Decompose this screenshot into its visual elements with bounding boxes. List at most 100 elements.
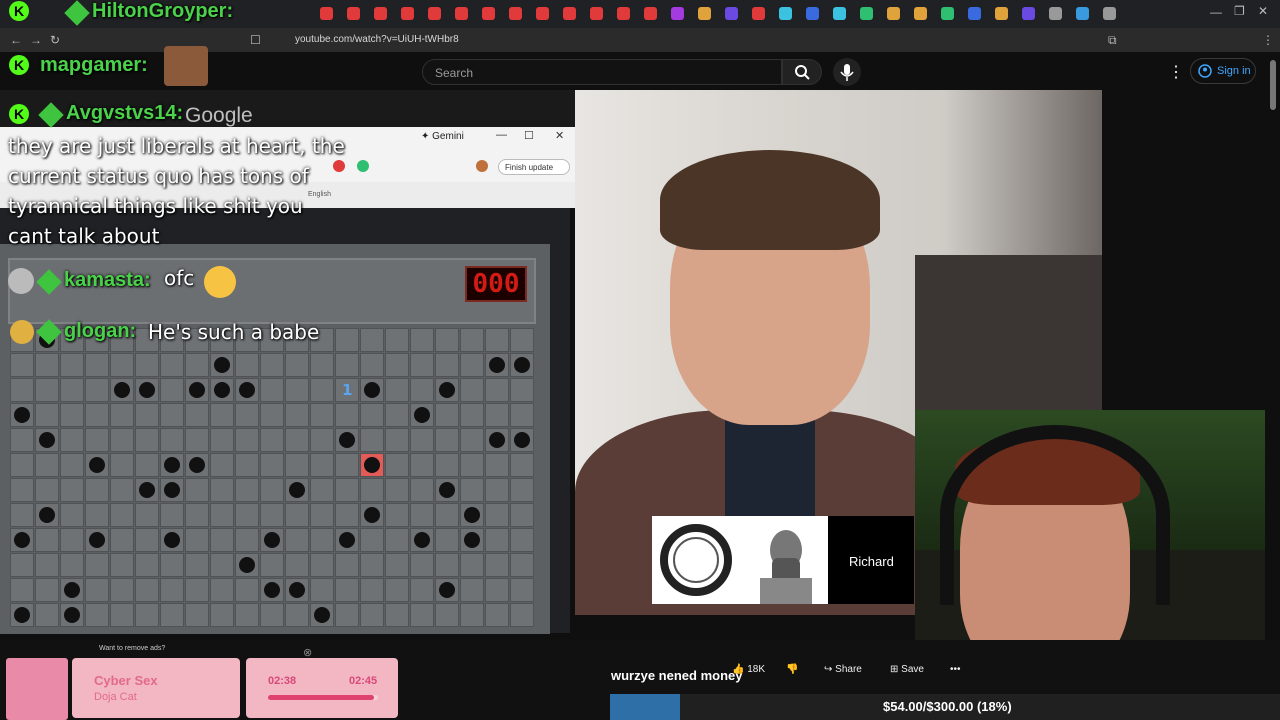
mine-cell[interactable] bbox=[510, 478, 534, 502]
mine-cell[interactable] bbox=[110, 378, 134, 402]
mine-cell[interactable] bbox=[435, 503, 459, 527]
mine-cell[interactable] bbox=[335, 453, 359, 477]
close-window-button[interactable]: ✕ bbox=[1258, 4, 1268, 18]
mine-cell[interactable] bbox=[410, 428, 434, 452]
mine-cell[interactable] bbox=[185, 528, 209, 552]
mine-cell[interactable] bbox=[85, 603, 109, 627]
mine-cell[interactable] bbox=[35, 603, 59, 627]
tab-favicon-icon[interactable] bbox=[1022, 7, 1035, 20]
mine-cell[interactable] bbox=[10, 478, 34, 502]
profile-avatar[interactable] bbox=[476, 160, 488, 172]
mine-cell[interactable] bbox=[460, 553, 484, 577]
mine-cell[interactable] bbox=[185, 353, 209, 377]
mine-cell[interactable] bbox=[285, 578, 309, 602]
mine-cell[interactable] bbox=[335, 528, 359, 552]
mine-cell[interactable]: 1 bbox=[335, 378, 359, 402]
mine-cell[interactable] bbox=[460, 528, 484, 552]
mine-cell[interactable] bbox=[485, 428, 509, 452]
mine-cell[interactable] bbox=[135, 553, 159, 577]
mine-cell[interactable] bbox=[510, 403, 534, 427]
tab-favicon-icon[interactable] bbox=[428, 7, 441, 20]
mine-cell[interactable] bbox=[385, 528, 409, 552]
mine-cell[interactable] bbox=[210, 503, 234, 527]
mine-cell[interactable] bbox=[35, 353, 59, 377]
reload-icon[interactable]: ↻ bbox=[50, 33, 60, 47]
tab-favicon-icon[interactable] bbox=[617, 7, 630, 20]
mine-cell[interactable] bbox=[135, 428, 159, 452]
mine-cell[interactable] bbox=[160, 603, 184, 627]
mine-cell[interactable] bbox=[310, 378, 334, 402]
mine-cell[interactable] bbox=[110, 403, 134, 427]
mine-cell[interactable] bbox=[60, 403, 84, 427]
mine-cell[interactable] bbox=[10, 528, 34, 552]
mine-cell[interactable] bbox=[460, 328, 484, 352]
mine-cell[interactable] bbox=[60, 453, 84, 477]
tab-favicon-icon[interactable] bbox=[887, 7, 900, 20]
mine-cell[interactable] bbox=[110, 553, 134, 577]
mine-cell[interactable] bbox=[110, 603, 134, 627]
forward-icon[interactable]: → bbox=[30, 33, 42, 47]
mine-cell[interactable] bbox=[235, 403, 259, 427]
remove-ads-note[interactable]: Want to remove ads? bbox=[99, 645, 165, 652]
mine-cell[interactable] bbox=[360, 328, 384, 352]
tab-favicon-icon[interactable] bbox=[671, 7, 684, 20]
mine-cell[interactable] bbox=[260, 428, 284, 452]
mine-cell[interactable] bbox=[485, 528, 509, 552]
mine-cell[interactable] bbox=[310, 603, 334, 627]
tab-favicon-icon[interactable] bbox=[401, 7, 414, 20]
mine-cell[interactable] bbox=[310, 453, 334, 477]
mine-cell[interactable] bbox=[335, 503, 359, 527]
mine-cell[interactable] bbox=[435, 553, 459, 577]
mine-cell[interactable] bbox=[210, 603, 234, 627]
mine-cell[interactable] bbox=[60, 603, 84, 627]
mine-cell[interactable] bbox=[110, 353, 134, 377]
mine-cell[interactable] bbox=[185, 478, 209, 502]
mine-cell[interactable] bbox=[160, 478, 184, 502]
mine-cell[interactable] bbox=[360, 478, 384, 502]
mine-cell[interactable] bbox=[360, 353, 384, 377]
mine-cell[interactable] bbox=[310, 403, 334, 427]
mine-cell[interactable] bbox=[185, 578, 209, 602]
mine-cell[interactable] bbox=[260, 403, 284, 427]
mine-cell[interactable] bbox=[360, 603, 384, 627]
mine-cell[interactable] bbox=[210, 478, 234, 502]
mine-cell[interactable] bbox=[210, 453, 234, 477]
mine-cell[interactable] bbox=[385, 503, 409, 527]
mine-cell[interactable] bbox=[85, 428, 109, 452]
mine-cell[interactable] bbox=[235, 428, 259, 452]
mine-cell[interactable] bbox=[110, 453, 134, 477]
mine-cell[interactable] bbox=[135, 478, 159, 502]
tab-favicon-icon[interactable] bbox=[536, 7, 549, 20]
bookmark-icon[interactable]: ☐ bbox=[250, 33, 261, 47]
mine-cell[interactable] bbox=[35, 378, 59, 402]
mine-cell[interactable] bbox=[185, 403, 209, 427]
mine-cell[interactable] bbox=[85, 378, 109, 402]
ext-icon-green[interactable] bbox=[357, 160, 369, 172]
mine-cell[interactable] bbox=[260, 528, 284, 552]
tab-favicon-icon[interactable] bbox=[779, 7, 792, 20]
tab-favicon-icon[interactable] bbox=[374, 7, 387, 20]
mine-cell[interactable] bbox=[235, 603, 259, 627]
mine-cell[interactable] bbox=[335, 428, 359, 452]
mine-cell[interactable] bbox=[410, 528, 434, 552]
tab-favicon-icon[interactable] bbox=[482, 7, 495, 20]
mine-cell[interactable] bbox=[410, 453, 434, 477]
mine-cell[interactable] bbox=[460, 378, 484, 402]
mine-cell[interactable] bbox=[460, 603, 484, 627]
mine-cell[interactable] bbox=[160, 578, 184, 602]
mine-cell[interactable] bbox=[285, 378, 309, 402]
mine-cell[interactable] bbox=[185, 503, 209, 527]
mine-cell[interactable] bbox=[335, 478, 359, 502]
mine-cell[interactable] bbox=[285, 428, 309, 452]
mine-cell[interactable] bbox=[510, 578, 534, 602]
mine-cell[interactable] bbox=[235, 528, 259, 552]
mine-cell[interactable] bbox=[410, 553, 434, 577]
search-input[interactable]: Search bbox=[422, 59, 782, 85]
mine-cell[interactable] bbox=[485, 503, 509, 527]
mine-cell[interactable] bbox=[460, 578, 484, 602]
mine-cell[interactable] bbox=[285, 528, 309, 552]
minimize-window-button[interactable]: — bbox=[1210, 5, 1222, 19]
tab-favicon-icon[interactable] bbox=[725, 7, 738, 20]
mine-cell[interactable] bbox=[510, 553, 534, 577]
mine-cell[interactable] bbox=[260, 503, 284, 527]
